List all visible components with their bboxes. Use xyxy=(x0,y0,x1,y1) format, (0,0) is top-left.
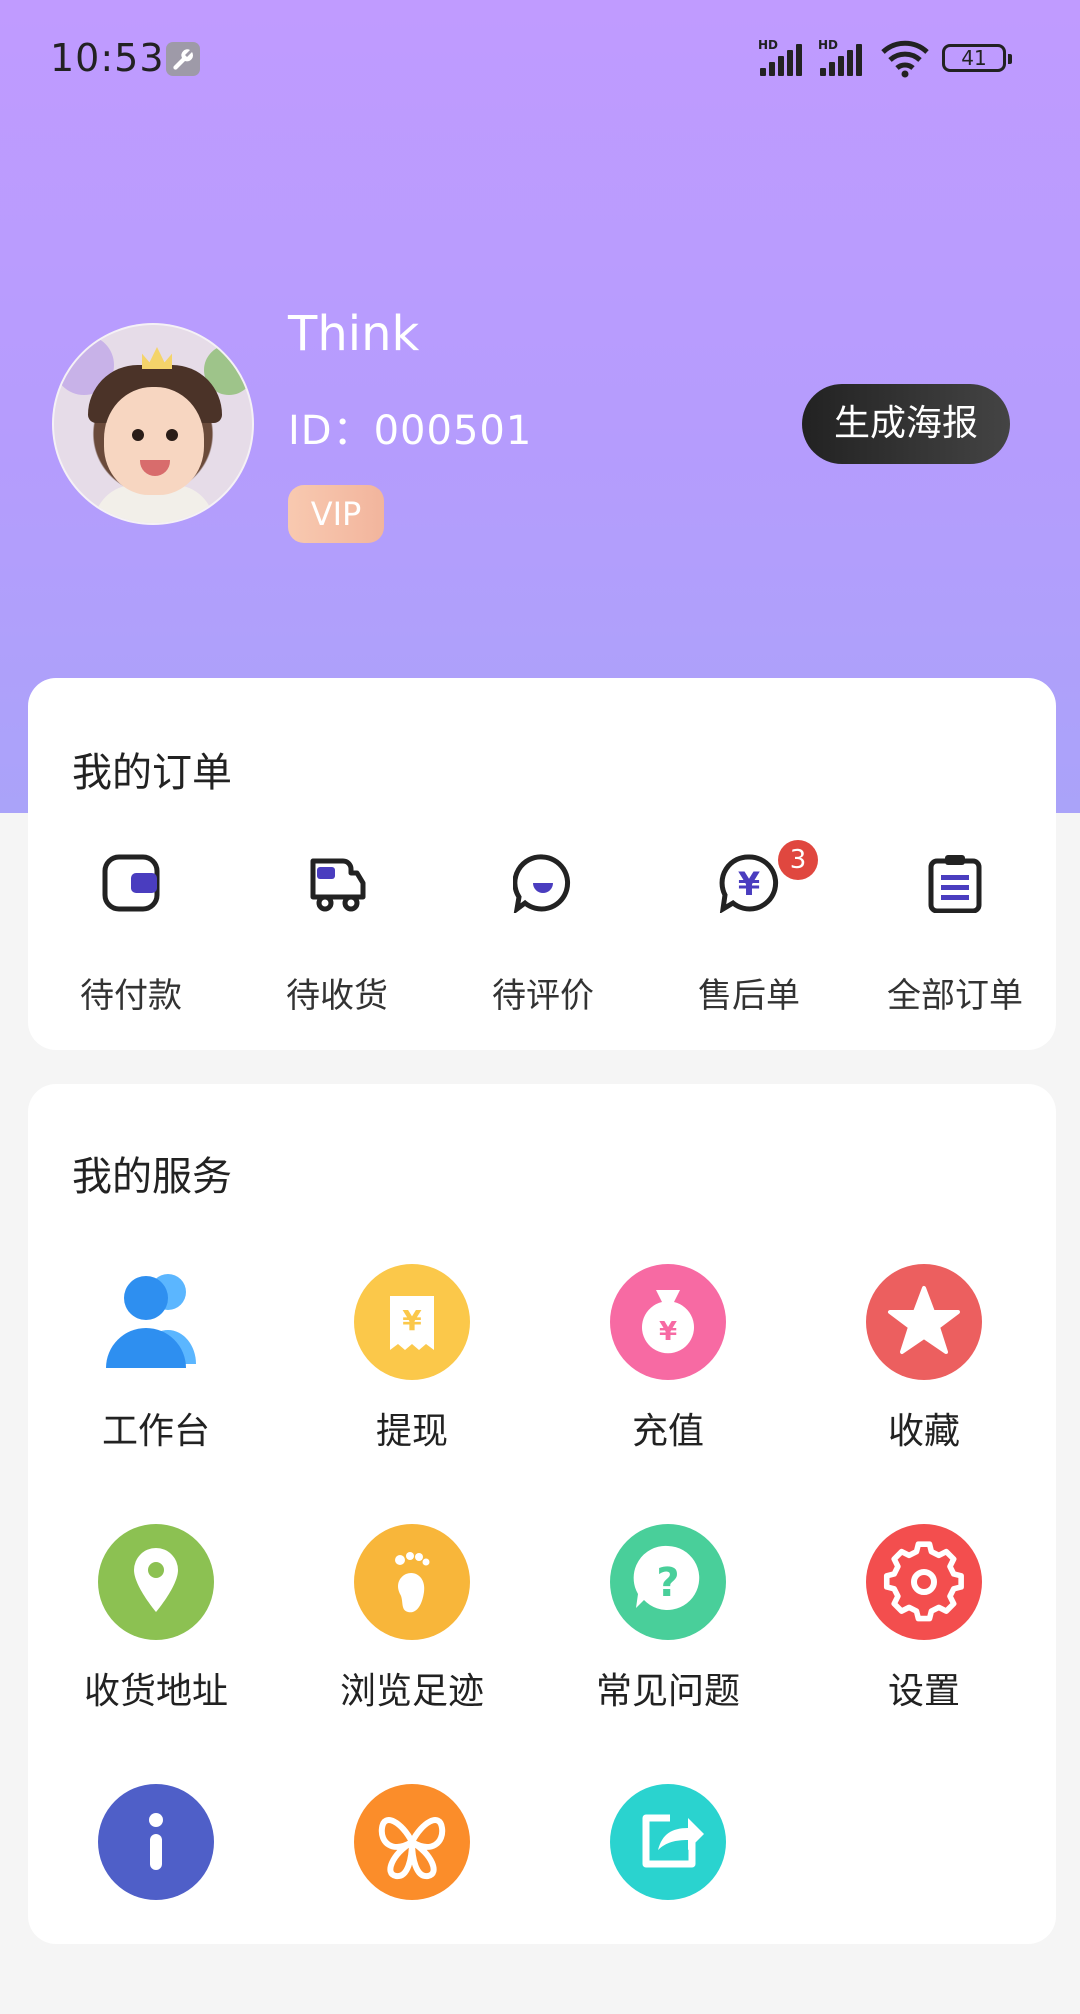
withdraw-icon: ¥ xyxy=(354,1264,470,1380)
service-about[interactable] xyxy=(28,1784,284,2014)
footprint-icon xyxy=(354,1524,470,1640)
service-butterfly[interactable] xyxy=(284,1784,540,2014)
order-label: 待评价 xyxy=(492,976,594,1016)
svg-text:?: ? xyxy=(656,1560,679,1606)
svg-text:¥: ¥ xyxy=(659,1317,677,1347)
share-icon xyxy=(610,1784,726,1900)
services-card: 我的服务 工作台 ¥ 提现 ¥ 充值 收藏 收货地址 浏览足迹 ? 常见问题 设… xyxy=(28,1084,1056,1944)
signal-icon-2: HD xyxy=(818,38,868,76)
service-footprint[interactable]: 浏览足迹 xyxy=(284,1524,540,1754)
service-workbench[interactable]: 工作台 xyxy=(28,1264,284,1494)
service-label: 常见问题 xyxy=(595,1671,740,1712)
battery-icon: 41 xyxy=(942,44,1006,72)
wifi-icon xyxy=(880,40,930,82)
question-icon: ? xyxy=(610,1524,726,1640)
battery-tip xyxy=(1008,54,1012,64)
service-faq[interactable]: ? 常见问题 xyxy=(540,1524,796,1754)
service-label: 浏览足迹 xyxy=(339,1671,484,1712)
service-label: 收藏 xyxy=(887,1411,960,1452)
service-settings[interactable]: 设置 xyxy=(796,1524,1052,1754)
service-label: 收货地址 xyxy=(83,1671,228,1712)
clipboard-icon xyxy=(928,855,982,913)
service-share[interactable] xyxy=(540,1784,796,2014)
user-id: ID：000501 xyxy=(288,408,533,454)
service-label: 提现 xyxy=(375,1411,448,1452)
service-address[interactable]: 收货地址 xyxy=(28,1524,284,1754)
status-time: 10:53 xyxy=(50,36,165,80)
service-label: 设置 xyxy=(887,1671,960,1712)
butterfly-icon xyxy=(354,1784,470,1900)
hd-label-2: HD xyxy=(818,38,839,52)
user-name: Think xyxy=(288,306,420,362)
star-icon xyxy=(866,1264,982,1380)
refund-icon: ¥ xyxy=(719,854,779,913)
service-recharge[interactable]: ¥ 充值 xyxy=(540,1264,796,1494)
service-label: 工作台 xyxy=(101,1411,210,1452)
order-label: 待付款 xyxy=(80,976,182,1016)
order-label: 售后单 xyxy=(698,976,800,1016)
svg-text:¥: ¥ xyxy=(402,1304,422,1337)
hd-label: HD xyxy=(758,38,779,52)
wallet-icon xyxy=(102,854,160,912)
order-label: 全部订单 xyxy=(887,976,1023,1016)
service-favorites[interactable]: 收藏 xyxy=(796,1264,1052,1494)
svg-text:¥: ¥ xyxy=(738,865,760,903)
orders-card: 我的订单 待付款 待收货 待评价 ¥ 3 售后单 全部订单 xyxy=(28,678,1056,1050)
service-withdraw[interactable]: ¥ 提现 xyxy=(284,1264,540,1494)
money-bag-icon: ¥ xyxy=(610,1264,726,1380)
after-sales-badge: 3 xyxy=(778,840,818,880)
vip-badge: VIP xyxy=(288,485,384,543)
signal-icon: HD xyxy=(758,38,808,76)
team-icon xyxy=(106,1274,196,1368)
service-label: 充值 xyxy=(631,1411,704,1452)
info-icon xyxy=(98,1784,214,1900)
review-icon xyxy=(513,854,571,913)
orders-title: 我的订单 xyxy=(72,750,232,796)
avatar[interactable] xyxy=(52,323,254,525)
services-title: 我的服务 xyxy=(72,1154,232,1200)
order-label: 待收货 xyxy=(286,976,388,1016)
gear-icon xyxy=(866,1524,982,1640)
location-icon xyxy=(98,1524,214,1640)
generate-poster-button[interactable]: 生成海报 xyxy=(802,384,1010,464)
truck-icon xyxy=(310,858,366,912)
status-bar: 10:53 HD HD 41 xyxy=(0,0,1080,118)
wrench-icon xyxy=(166,42,200,76)
